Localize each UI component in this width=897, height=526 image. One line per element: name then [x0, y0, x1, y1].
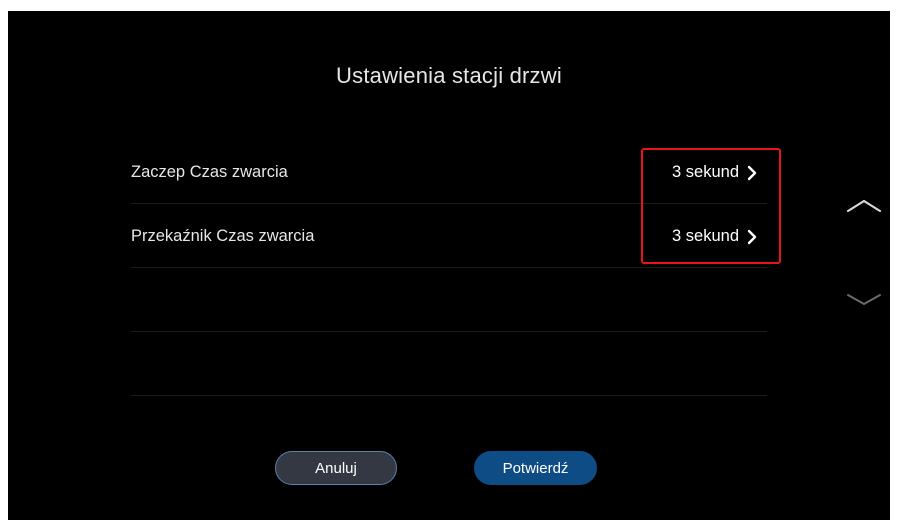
highlight-box [641, 148, 781, 264]
page-title: Ustawienia stacji drzwi [336, 63, 562, 88]
chevron-down-icon[interactable] [846, 292, 882, 308]
setting-label: Zaczep Czas zwarcia [131, 163, 288, 181]
door-station-settings-screen: Ustawienia stacji drzwi Zaczep Czas zwar… [8, 11, 890, 520]
confirm-button[interactable]: Potwierdź [474, 451, 597, 485]
setting-label: Przekaźnik Czas zwarcia [131, 227, 315, 245]
settings-row-empty [131, 268, 767, 332]
chevron-up-icon[interactable] [846, 197, 882, 213]
cancel-button[interactable]: Anuluj [275, 451, 397, 485]
settings-row-empty [131, 332, 767, 396]
